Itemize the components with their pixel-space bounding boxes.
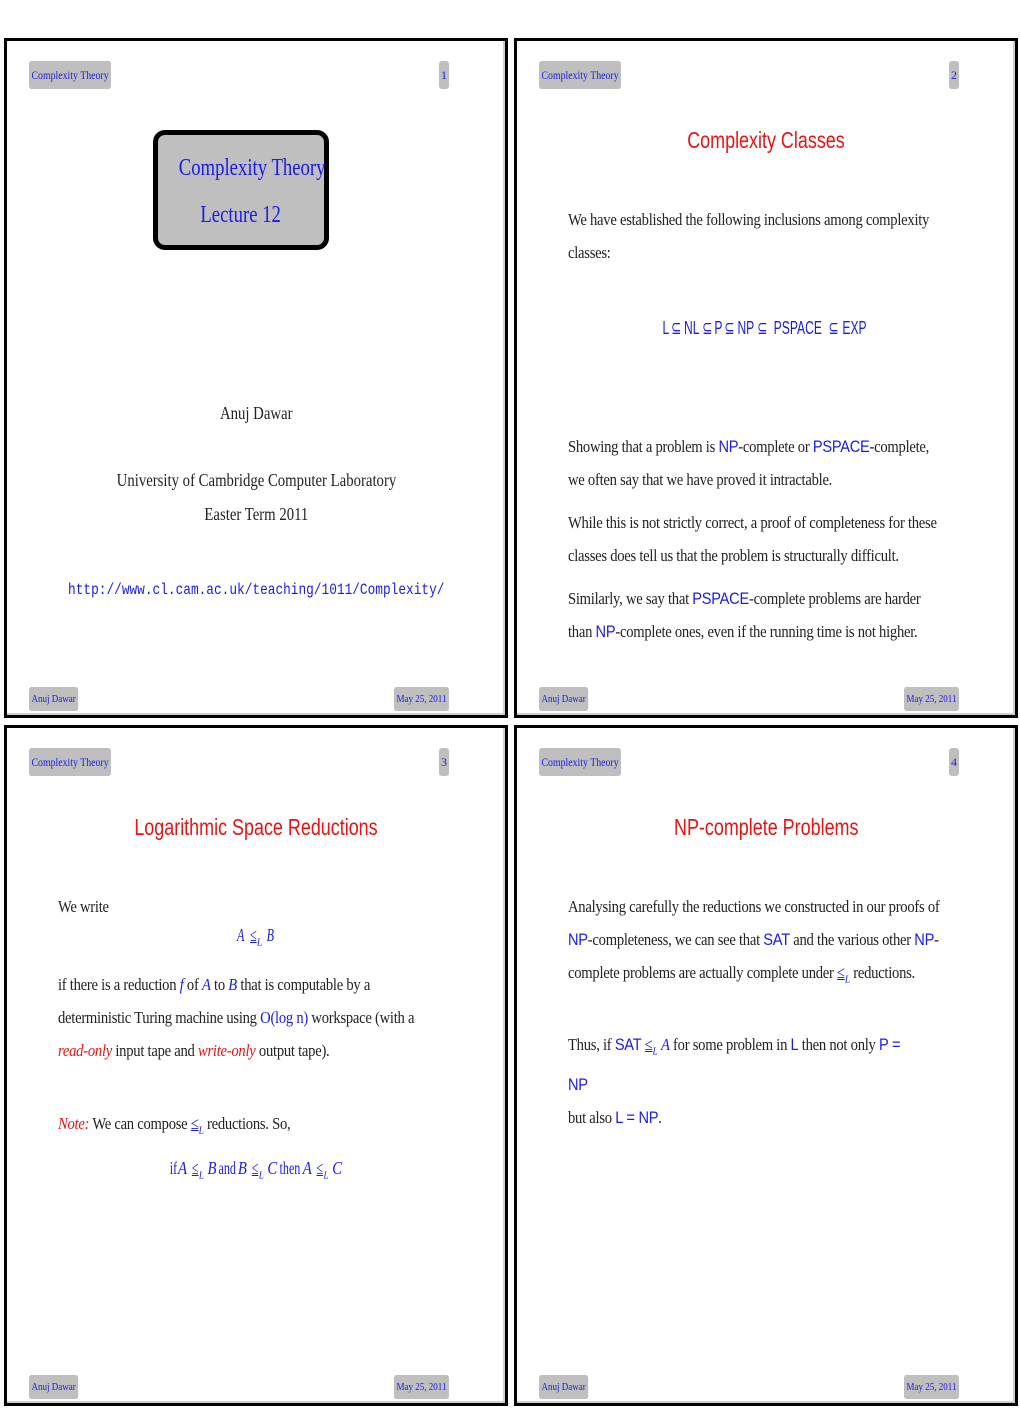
complexity-class-p: P [714,318,723,338]
paragraph-structural: While this is not strictly correct, a pr… [568,513,937,565]
lecture-number: Lecture 12 [200,202,282,228]
slide-title: Complexity Classes [687,127,845,153]
slide-2-body: Showing that a problem is NP-complete or… [568,430,1008,658]
note-label: Note: [58,1114,90,1133]
complexity-class-nl: NL [684,318,700,338]
we-write-text: We write [58,897,109,916]
lecture-course-name: Complexity Theory [178,155,326,181]
consequence-paragraph: Thus, if SAT ≤L A for some problem in L … [568,1035,901,1128]
complexity-class-l: L [662,318,670,338]
complexity-class-exp: EXP [842,318,868,338]
complexity-class-np: NP [738,318,755,338]
paragraph-intractable: Showing that a problem is NP-complete or… [568,437,930,489]
inclusion-chain: L ⊆ NL ⊆ P ⊆ NP ⊆ PSPACE ⊆ EXP [517,318,1015,339]
affiliation: University of Cambridge Computer Laborat… [116,470,396,490]
footer-date: May 25, 2011 [394,687,449,711]
slide-title: NP-complete Problems [673,814,859,840]
author-name: Anuj Dawar [219,403,293,423]
note-text: Note: We can compose ≤L reductions. So, [58,1114,291,1137]
slide-number: 3 [439,748,449,776]
slide-number: 4 [949,748,959,776]
slide-3: Complexity Theory 3 Logarithmic Space Re… [4,725,508,1406]
analysis-paragraph: Analysing carefully the reductions we co… [568,897,940,986]
slide-number: 2 [949,61,959,89]
footer-date: May 25, 2011 [394,1375,449,1399]
footer-author: Anuj Dawar [539,687,589,711]
subset-symbol: ⊆ [671,318,682,338]
header-course-title: Complexity Theory [539,61,622,89]
header-course-title: Complexity Theory [29,61,112,89]
subset-symbol: ⊆ [702,318,713,338]
slide-number: 1 [439,61,449,89]
complexity-class-pspace: PSPACE [774,318,823,338]
paragraph-similarly: Similarly, we say that PSPACE-complete p… [568,589,921,641]
header-course-title: Complexity Theory [29,748,112,776]
course-url-link[interactable]: http://www.cl.cam.ac.uk/teaching/1011/Co… [68,581,444,599]
subset-symbol: ⊆ [829,318,840,338]
definition-text: if there is a reduction f of A to B that… [58,975,415,1060]
subset-symbol: ⊆ [724,318,736,338]
term: Easter Term 2011 [204,504,308,524]
footer-author: Anuj Dawar [29,1375,79,1399]
composition-formula: if A ≤L B and B ≤L C then A ≤L C [170,1158,343,1182]
slide-4: Complexity Theory 4 NP-complete Problems… [514,725,1018,1406]
lecture-title-box: Complexity Theory Lecture 12 [153,130,329,250]
footer-date: May 25, 2011 [904,687,959,711]
intro-text: We have established the following inclus… [568,210,930,262]
slide-title: Logarithmic Space Reductions [134,814,378,840]
footer-author: Anuj Dawar [29,687,79,711]
slide-2: Complexity Theory 2 Complexity Classes W… [514,38,1018,718]
footer-author: Anuj Dawar [539,1375,589,1399]
subset-symbol: ⊆ [757,318,768,338]
relation-formula: A ≤L B [237,925,275,949]
header-course-title: Complexity Theory [539,748,622,776]
footer-date: May 25, 2011 [904,1375,959,1399]
slide-1: Complexity Theory 1 Complexity Theory Le… [4,38,508,718]
